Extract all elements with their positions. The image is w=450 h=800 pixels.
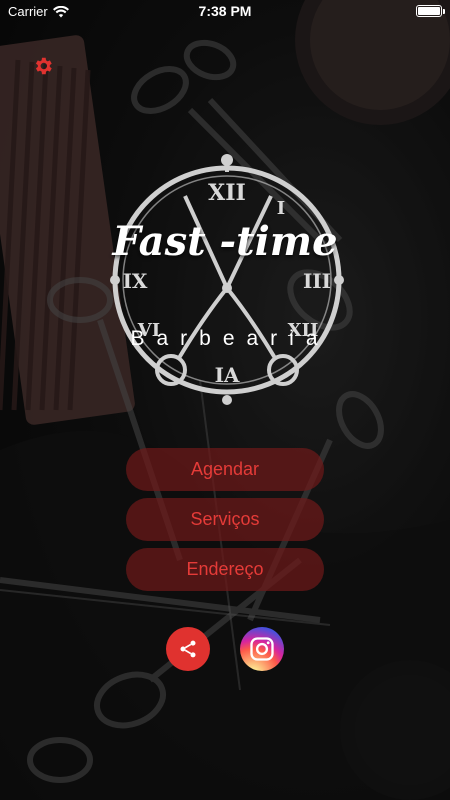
instagram-icon xyxy=(250,637,274,661)
numeral-ix: IX xyxy=(123,269,148,293)
numeral-bottom: IA xyxy=(215,363,240,387)
settings-button[interactable] xyxy=(30,53,56,79)
gear-icon xyxy=(35,57,52,75)
servicos-button[interactable]: Serviços xyxy=(126,498,324,541)
instagram-button[interactable] xyxy=(240,627,284,671)
logo-title: Fast -time xyxy=(112,218,338,265)
battery-icon xyxy=(416,5,445,17)
logo-subtitle: Barbearia xyxy=(130,327,330,350)
numeral-iii: III xyxy=(303,269,331,293)
status-bar: Carrier 7:38 PM xyxy=(0,0,450,24)
endereco-button[interactable]: Endereço xyxy=(126,548,324,591)
barbershop-logo: XII I III IX VI XII IA xyxy=(110,154,344,405)
status-time: 7:38 PM xyxy=(198,3,252,19)
share-icon xyxy=(180,640,196,658)
numeral-i: I xyxy=(277,198,285,219)
battery-level xyxy=(418,7,440,15)
app-screen: Carrier 7:38 PM XII I III IX VI XII IA F… xyxy=(0,0,450,800)
agendar-button[interactable]: Agendar xyxy=(126,448,324,491)
numeral-xii: XII xyxy=(208,180,246,206)
share-button[interactable] xyxy=(166,627,210,671)
